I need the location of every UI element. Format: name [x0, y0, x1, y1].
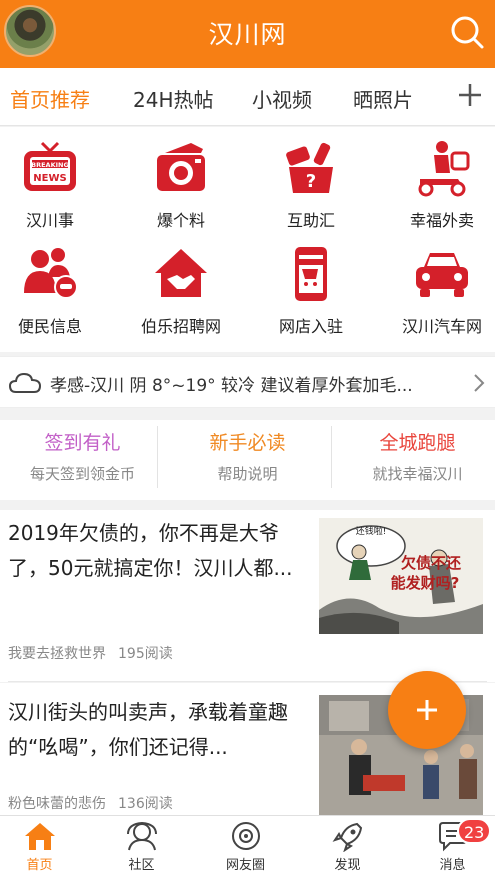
grid-label: 互助汇 [286, 211, 335, 230]
quick-subtitle: 每天签到领金币 [29, 465, 135, 483]
app: 汉川网 首页推荐 24H热帖 小视频 晒照片 BREAKING NEWS 汉川事… [0, 0, 495, 875]
nav-discover[interactable]: 发现 [298, 820, 397, 873]
image-caption-1: 欠债不还 [401, 554, 462, 572]
quick-title: 签到有礼 [44, 432, 121, 454]
nav-friends-circle[interactable]: 网友圈 [196, 820, 295, 873]
handshake-house-icon [155, 249, 207, 297]
grid-item-open-shop[interactable]: 网店入驻 [251, 245, 371, 345]
divider [331, 426, 332, 488]
plus-icon [417, 700, 437, 720]
grid-item-food-delivery[interactable]: 幸福外卖 [382, 139, 495, 239]
tab-photos[interactable]: 晒照片 [353, 84, 413, 113]
svg-text:NEWS: NEWS [33, 173, 66, 184]
weather-text: 孝感-汉川 阴 8°~19° 较冷 建议着厚外套加毛... [50, 376, 413, 396]
nav-label: 首页 [26, 858, 53, 873]
quick-links: 签到有礼 每天签到领金币 新手必读 帮助说明 全城跑腿 就找幸福汉川 [0, 420, 495, 500]
people-car-icon [24, 248, 78, 299]
community-icon [126, 821, 157, 851]
grid-item-car-site[interactable]: 汉川汽车网 [382, 245, 495, 345]
car-icon [416, 253, 468, 297]
quick-subtitle: 就找幸福汉川 [372, 465, 463, 483]
grid-label: 汉川汽车网 [401, 317, 482, 336]
article-reads: 195阅读 [118, 646, 173, 662]
nav-label: 社区 [128, 858, 155, 873]
grid-label: 网店入驻 [278, 317, 343, 336]
article-author: 我要去拯救世界 [8, 646, 106, 662]
feature-grid: BREAKING NEWS 汉川事 爆个料 ? 互助汇 幸福外卖 便民信息 伯乐… [0, 127, 495, 352]
compose-button[interactable] [388, 671, 466, 749]
quick-title: 新手必读 [209, 432, 286, 454]
bottom-nav: 首页 社区 网友圈 发现 消息 [0, 815, 495, 875]
chevron-right-icon [474, 374, 485, 392]
grid-item-recruitment[interactable]: 伯乐招聘网 [121, 245, 241, 345]
nav-label: 消息 [439, 858, 466, 873]
article-title: 汉川街头的叫卖声，承载着童趣的“吆喝”，你们还记得... [8, 700, 288, 759]
tab-bar: 首页推荐 24H热帖 小视频 晒照片 [0, 68, 495, 126]
tab-24h-hot[interactable]: 24H热帖 [133, 84, 214, 113]
grid-label: 便民信息 [17, 317, 82, 336]
quick-beginner-guide[interactable]: 新手必读 帮助说明 [165, 428, 330, 484]
quick-title: 全城跑腿 [379, 432, 456, 454]
quick-sign-in[interactable]: 签到有礼 每天签到领金币 [0, 428, 165, 484]
weather-bar[interactable]: 孝感-汉川 阴 8°~19° 较冷 建议着厚外套加毛... [0, 356, 495, 408]
grid-item-hanchuan-news[interactable]: BREAKING NEWS 汉川事 [0, 139, 110, 239]
tab-home-recommend[interactable]: 首页推荐 [10, 84, 90, 113]
quick-errand[interactable]: 全城跑腿 就找幸福汉川 [335, 428, 495, 484]
article-meta: 粉色味蕾的悲伤 136阅读 [8, 793, 173, 813]
svg-text:?: ? [306, 171, 316, 192]
nav-home[interactable]: 首页 [0, 820, 89, 873]
grid-item-mutual-help[interactable]: ? 互助汇 [251, 139, 371, 239]
home-icon [24, 823, 55, 850]
phone-cart-icon [295, 247, 327, 301]
camera-lens-icon [231, 822, 260, 850]
grid-item-convenience-info[interactable]: 便民信息 [0, 245, 110, 345]
camera-icon [157, 143, 205, 191]
grid-item-report[interactable]: 爆个料 [121, 139, 241, 239]
image-bubble-text: 还钱啦! [356, 525, 387, 537]
article-reads: 136阅读 [118, 796, 173, 812]
search-icon[interactable] [449, 14, 485, 50]
rocket-icon [332, 822, 362, 852]
nav-label: 发现 [334, 858, 361, 873]
image-caption-2: 能发财吗? [391, 574, 460, 592]
article-title: 2019年欠债的，你不再是大爷了，50元就搞定你！汉川人都... [8, 521, 293, 580]
nav-label: 网友圈 [225, 858, 265, 873]
article-thumbnail: 还钱啦! 欠债不还 能发财吗? [319, 518, 483, 634]
quick-subtitle: 帮助说明 [217, 465, 278, 483]
grid-label: 伯乐招聘网 [140, 317, 221, 336]
svg-text:BREAKING: BREAKING [31, 161, 69, 169]
article-author: 粉色味蕾的悲伤 [8, 796, 106, 812]
divider [157, 426, 158, 488]
top-bar: 汉川网 [0, 0, 495, 68]
tab-short-video[interactable]: 小视频 [252, 84, 312, 113]
grid-label: 幸福外卖 [409, 211, 474, 230]
article-meta: 我要去拯救世界 195阅读 [8, 643, 173, 663]
message-count-badge: 23 [457, 818, 492, 844]
app-title: 汉川网 [208, 20, 287, 49]
breaking-news-icon: BREAKING NEWS [24, 141, 76, 191]
grid-label: 汉川事 [25, 211, 74, 230]
nav-community[interactable]: 社区 [92, 820, 191, 873]
delivery-scooter-icon [418, 141, 470, 197]
article-item[interactable]: 2019年欠债的，你不再是大爷了，50元就搞定你！汉川人都... 我要去拯救世界… [0, 510, 495, 682]
help-box-icon: ? [286, 142, 333, 193]
grid-label: 爆个料 [156, 211, 205, 230]
cloud-icon [8, 372, 42, 393]
add-tab-icon[interactable] [455, 80, 485, 110]
